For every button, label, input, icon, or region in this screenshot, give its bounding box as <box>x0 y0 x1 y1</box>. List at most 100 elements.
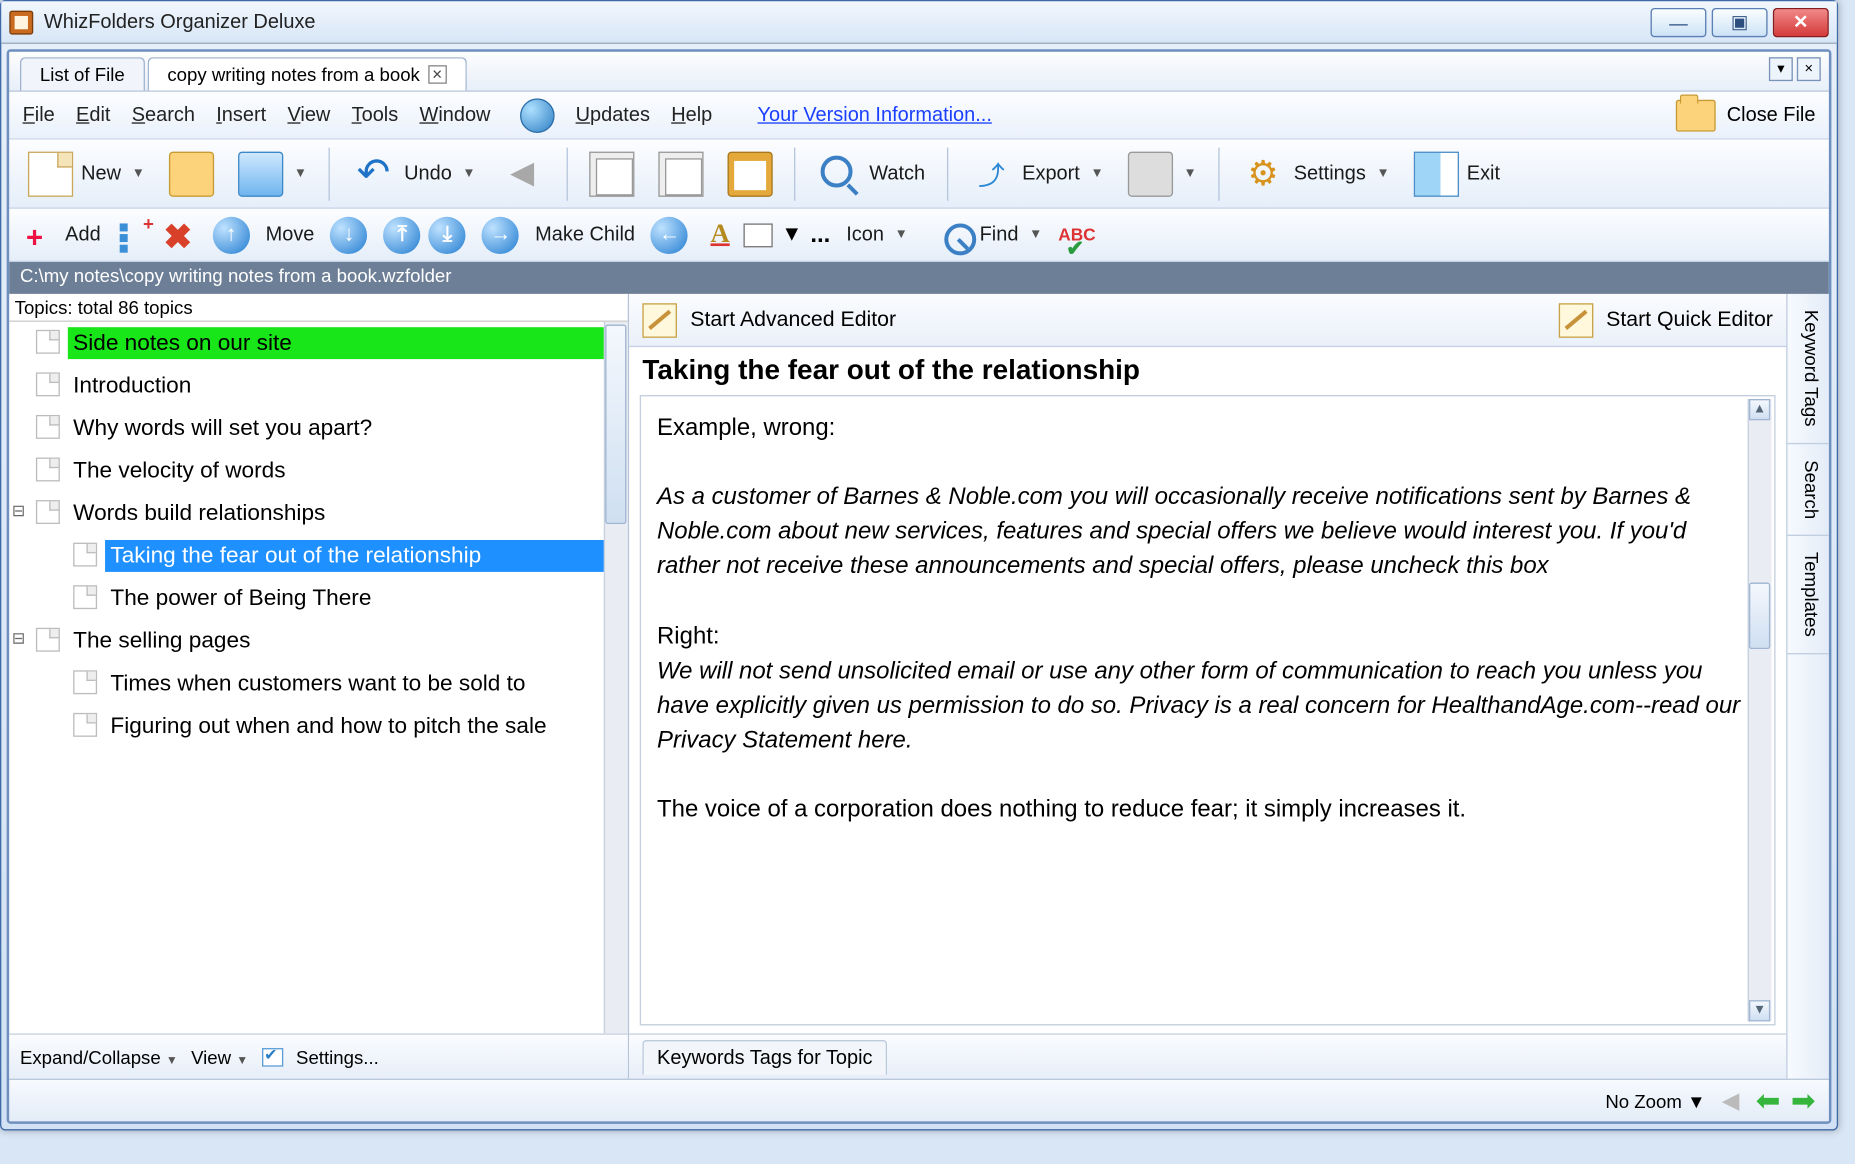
make-child-left-icon[interactable]: ← <box>651 216 688 253</box>
sidetab-templates[interactable]: Templates <box>1788 536 1829 654</box>
menu-view[interactable]: View <box>287 104 330 127</box>
find-icon <box>940 219 972 251</box>
color-swatch[interactable] <box>744 223 773 247</box>
menu-help[interactable]: Help <box>671 104 712 127</box>
font-icon[interactable]: A <box>704 219 736 251</box>
note-p1: Example, wrong: <box>657 410 1742 445</box>
make-child-button[interactable]: Make Child <box>527 219 643 250</box>
icon-button[interactable]: Icon▼ <box>838 219 915 250</box>
clipboard-button[interactable] <box>719 147 780 200</box>
note-scrollbar[interactable] <box>1748 399 1772 1021</box>
open-button[interactable] <box>161 147 222 200</box>
add-button[interactable]: Add <box>57 219 108 250</box>
keywords-tab[interactable]: Keywords Tags for Topic <box>642 1039 887 1074</box>
side-tabs: Keyword Tags Search Templates <box>1786 294 1829 1079</box>
make-child-right-icon[interactable]: → <box>482 216 519 253</box>
print-button[interactable]: ▼ <box>1120 147 1205 200</box>
topic-node[interactable]: Side notes on our site <box>9 322 627 365</box>
topic-node[interactable]: ⊟Words build relationships <box>9 492 627 535</box>
exit-button[interactable]: Exit <box>1406 147 1508 200</box>
secondary-toolbar: + Add ✖ ↑ Move ↓ ⤒ ⤓ → Make Child ← A ▼ … <box>9 209 1828 262</box>
topic-node[interactable]: ⊟The selling pages <box>9 620 627 663</box>
sidetab-search[interactable]: Search <box>1788 444 1829 536</box>
expand-icon[interactable]: ⊟ <box>9 501 28 520</box>
minimize-button[interactable]: — <box>1651 7 1707 36</box>
document-tabs: List of File copy writing notes from a b… <box>9 52 1828 92</box>
paste-button[interactable] <box>650 147 711 200</box>
main-toolbar: New▼ ▼ ↶Undo▼ ◄ Watch ⤴Export▼ ▼ ⚙Settin… <box>9 140 1828 209</box>
maximize-button[interactable]: ▣ <box>1712 7 1768 36</box>
undo-button[interactable]: ↶Undo▼ <box>343 147 484 200</box>
nav-prev-button[interactable]: ⬅ <box>1756 1083 1781 1118</box>
watch-button[interactable]: Watch <box>808 147 933 200</box>
note-body[interactable]: Example, wrong: As a customer of Barnes … <box>640 395 1776 1025</box>
move-top-icon[interactable]: ⤒ <box>384 216 421 253</box>
close-file-label: Close File <box>1727 104 1816 127</box>
more-button[interactable]: ... <box>810 221 830 249</box>
menu-insert[interactable]: Insert <box>216 104 266 127</box>
magnifier-icon <box>816 151 861 196</box>
view-button[interactable]: View ▼ <box>191 1046 248 1067</box>
topics-footer: Expand/Collapse ▼ View ▼ Settings... <box>9 1033 627 1078</box>
editor-panel: Start Advanced Editor Start Quick Editor… <box>629 294 1786 1079</box>
menu-file[interactable]: File <box>23 104 55 127</box>
menu-updates[interactable]: Updates <box>576 104 650 127</box>
topic-node[interactable]: Figuring out when and how to pitch the s… <box>9 705 627 748</box>
topic-node[interactable]: Taking the fear out of the relationship <box>9 535 627 578</box>
checkbox-icon[interactable] <box>261 1047 282 1066</box>
keywords-footer: Keywords Tags for Topic <box>629 1033 1786 1078</box>
zoom-button[interactable]: No Zoom ▼ <box>1605 1090 1705 1111</box>
start-advanced-editor-button[interactable]: Start Advanced Editor <box>690 308 896 332</box>
move-down-icon[interactable]: ↓ <box>330 216 367 253</box>
tree-scrollbar[interactable] <box>604 322 628 1034</box>
topic-node[interactable]: The velocity of words <box>9 450 627 493</box>
save-button[interactable]: ▼ <box>230 147 315 200</box>
topic-node[interactable]: Why words will set you apart? <box>9 407 627 450</box>
spell-check-button[interactable]: ABC <box>1058 225 1095 245</box>
topics-tree[interactable]: Side notes on our siteIntroductionWhy wo… <box>9 322 627 1034</box>
move-button[interactable]: Move <box>258 219 323 250</box>
tab-close-all-button[interactable]: × <box>1797 57 1821 81</box>
note-scroll-thumb[interactable] <box>1749 583 1770 650</box>
menu-edit[interactable]: Edit <box>76 104 110 127</box>
document-icon <box>36 330 60 354</box>
expand-icon[interactable]: ⊟ <box>9 629 28 648</box>
version-info-link[interactable]: Your Version Information... <box>757 104 991 127</box>
scroll-up-icon[interactable]: ▲ <box>1749 399 1770 420</box>
topic-node[interactable]: Introduction <box>9 364 627 407</box>
expand-collapse-button[interactable]: Expand/Collapse ▼ <box>20 1046 178 1067</box>
export-button[interactable]: ⤴Export▼ <box>961 147 1112 200</box>
topic-label: The velocity of words <box>68 455 623 487</box>
move-up-icon[interactable]: ↑ <box>212 216 249 253</box>
delete-button[interactable]: ✖ <box>159 216 196 253</box>
note-p3: Right: <box>657 618 1742 653</box>
move-bottom-icon[interactable]: ⤓ <box>429 216 466 253</box>
back-button[interactable]: ◄ <box>492 147 553 200</box>
arrow-left-icon: ◄ <box>500 151 545 196</box>
close-file-button[interactable]: Close File <box>1676 99 1815 131</box>
close-button[interactable]: ✕ <box>1773 7 1829 36</box>
start-quick-editor-button[interactable]: Start Quick Editor <box>1606 308 1773 332</box>
topic-node[interactable]: Times when customers want to be sold to <box>9 662 627 705</box>
new-button[interactable]: New▼ <box>20 147 153 200</box>
settings-button[interactable]: ⚙Settings▼ <box>1233 147 1398 200</box>
topic-node[interactable]: The power of Being There <box>9 577 627 620</box>
add-list-icon[interactable] <box>117 217 152 252</box>
tab-active-document[interactable]: copy writing notes from a book × <box>147 57 466 90</box>
nav-next-button[interactable]: ➡ <box>1791 1083 1816 1118</box>
sidetab-keyword-tags[interactable]: Keyword Tags <box>1788 294 1829 444</box>
pencil-icon <box>642 303 677 338</box>
plus-icon: + <box>20 220 49 249</box>
scrollbar-thumb[interactable] <box>605 325 626 525</box>
tab-close-icon[interactable]: × <box>428 65 447 84</box>
tab-dropdown-button[interactable]: ▾ <box>1769 57 1793 81</box>
tab-list-of-files[interactable]: List of File <box>20 57 145 90</box>
find-button[interactable]: Find▼ <box>932 215 1050 255</box>
title-bar[interactable]: WhizFolders Organizer Deluxe — ▣ ✕ <box>1 1 1836 44</box>
scroll-down-icon[interactable]: ▼ <box>1749 1000 1770 1021</box>
menu-search[interactable]: Search <box>132 104 195 127</box>
menu-tools[interactable]: Tools <box>352 104 399 127</box>
settings-link[interactable]: Settings... <box>296 1046 379 1067</box>
menu-window[interactable]: Window <box>419 104 490 127</box>
copy-button[interactable] <box>581 147 642 200</box>
